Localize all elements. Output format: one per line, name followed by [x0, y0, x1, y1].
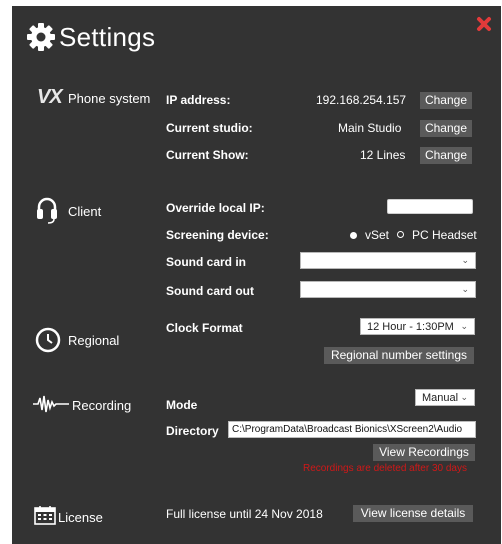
current-show-label: Current Show: — [166, 148, 249, 162]
section-label-regional: Regional — [68, 333, 120, 348]
screening-device-label: Screening device: — [166, 228, 269, 242]
clock-icon — [35, 327, 61, 353]
vset-radio[interactable] — [350, 232, 357, 239]
pc-headset-option-label: PC Headset — [412, 228, 477, 242]
headset-icon — [37, 197, 57, 224]
override-ip-label: Override local IP: — [166, 201, 265, 215]
sound-card-in-select[interactable]: ⌄ — [300, 252, 476, 269]
current-studio-label: Current studio: — [166, 121, 253, 135]
section-label-recording: Recording — [72, 398, 132, 413]
recording-mode-value: Manual — [422, 392, 459, 404]
recording-directory-input[interactable]: C:\ProgramData\Broadcast Bionics\XScreen… — [228, 421, 476, 438]
sound-card-out-label: Sound card out — [166, 284, 254, 298]
calendar-icon — [34, 506, 56, 525]
section-label-license: License — [58, 510, 103, 525]
waveform-icon — [33, 395, 69, 413]
ip-address-value: 192.168.254.157 — [316, 93, 407, 107]
settings-panel: Settings VX Phone system IP address: 192… — [12, 6, 501, 544]
vx-logo: VX — [37, 86, 63, 108]
clock-format-label: Clock Format — [166, 321, 243, 335]
license-status: Full license until 24 Nov 2018 — [166, 507, 323, 521]
gear-icon — [27, 23, 55, 51]
sound-card-in-label: Sound card in — [166, 255, 247, 269]
recording-mode-select[interactable]: Manual ⌄ — [415, 389, 475, 406]
pc-headset-radio[interactable] — [397, 231, 404, 238]
page-title: Settings — [59, 22, 156, 52]
sound-card-out-select[interactable]: ⌄ — [300, 281, 476, 298]
override-ip-input[interactable] — [387, 199, 473, 214]
section-label-phone-system: Phone system — [68, 91, 151, 106]
recording-mode-label: Mode — [166, 398, 198, 412]
regional-number-settings-button[interactable]: Regional number settings — [324, 347, 474, 364]
clock-format-select[interactable]: 12 Hour - 1:30PM ⌄ — [360, 318, 475, 335]
view-license-details-button[interactable]: View license details — [353, 505, 473, 522]
change-studio-button[interactable]: Change — [420, 120, 472, 137]
chevron-down-icon: ⌄ — [460, 392, 468, 402]
view-recordings-button[interactable]: View Recordings — [373, 444, 475, 461]
clock-format-value: 12 Hour - 1:30PM — [367, 321, 454, 333]
chevron-down-icon: ⌄ — [460, 321, 468, 331]
change-show-button[interactable]: Change — [420, 147, 472, 164]
close-icon[interactable] — [476, 16, 492, 32]
vset-option-label: vSet — [365, 228, 390, 242]
current-studio-value: Main Studio — [338, 121, 402, 135]
recording-directory-label: Directory — [166, 424, 219, 438]
section-label-client: Client — [68, 204, 102, 219]
recording-warning: Recordings are deleted after 30 days — [303, 463, 467, 474]
ip-address-label: IP address: — [166, 93, 231, 107]
change-ip-button[interactable]: Change — [420, 92, 472, 109]
chevron-down-icon: ⌄ — [461, 284, 469, 294]
current-show-value: 12 Lines — [360, 148, 406, 162]
chevron-down-icon: ⌄ — [461, 255, 469, 265]
